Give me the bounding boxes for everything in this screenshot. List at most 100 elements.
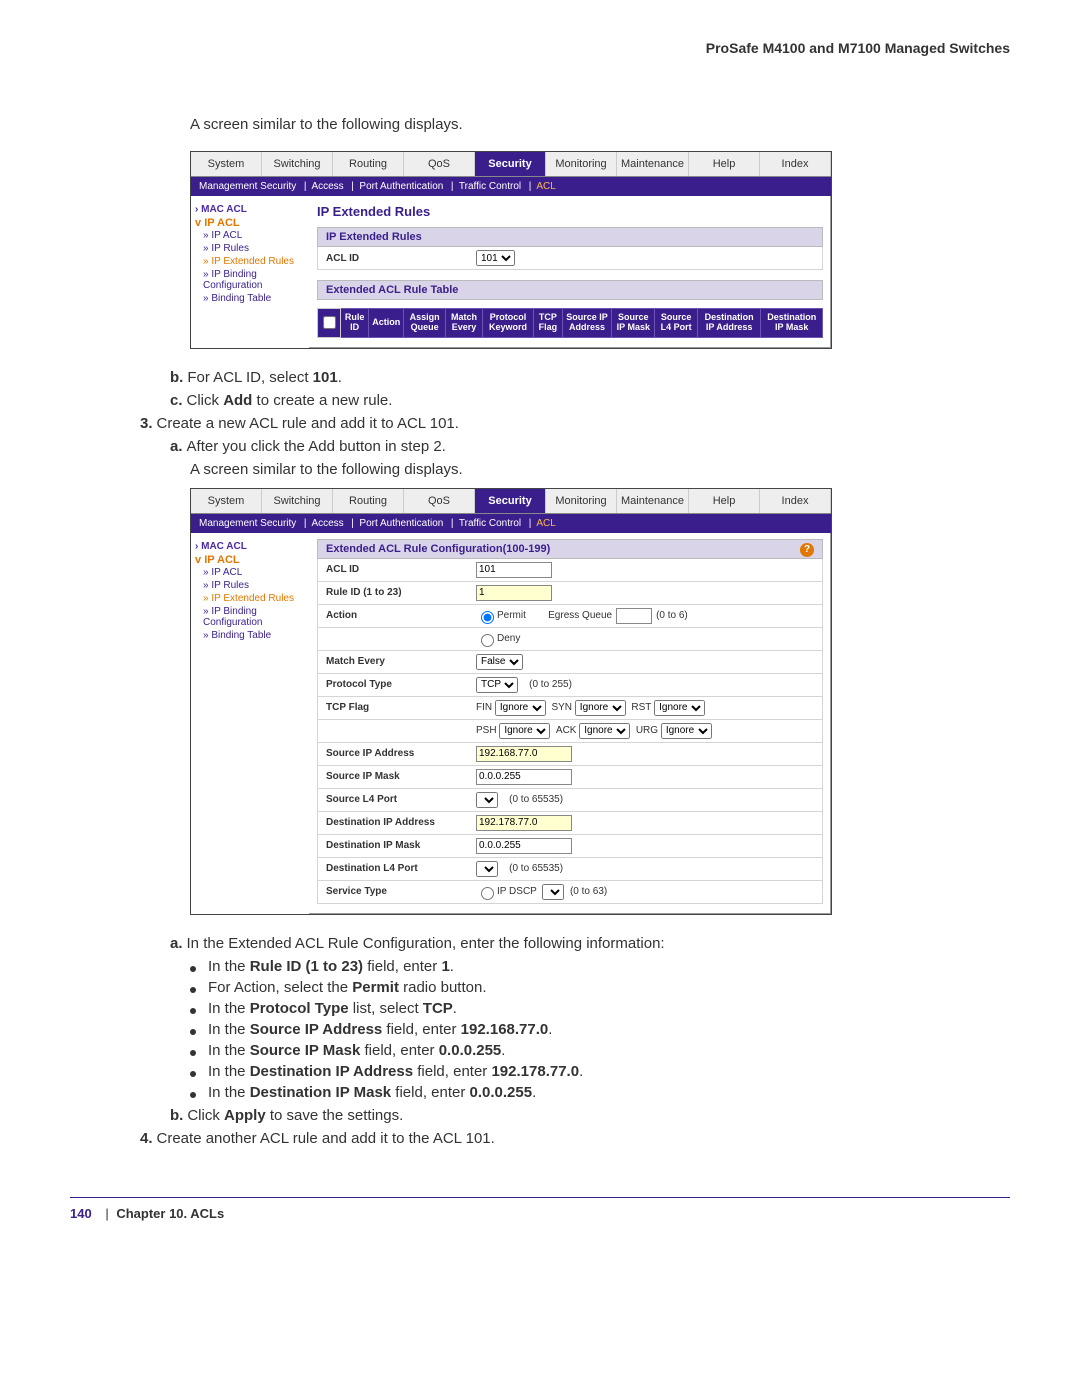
sidebar-ip-extended-rules[interactable]: » IP Extended Rules bbox=[195, 255, 305, 268]
flag-fin-select[interactable]: Ignore bbox=[495, 700, 546, 716]
tab-switching[interactable]: Switching bbox=[262, 489, 333, 513]
flag-urg-select[interactable]: Ignore bbox=[661, 723, 712, 739]
sidebar-ip-binding-config[interactable]: » IP Binding Configuration bbox=[195, 268, 305, 292]
sidebar-ip-binding-config[interactable]: » IP Binding Configuration bbox=[195, 605, 305, 629]
subnav-item[interactable]: Management Security bbox=[199, 518, 296, 529]
subnav-item[interactable]: Traffic Control bbox=[459, 518, 521, 529]
sidebar-ip-acl-header[interactable]: v IP ACL bbox=[195, 554, 305, 566]
step-c: c.Click Add to create a new rule. bbox=[170, 392, 1010, 409]
help-icon[interactable]: ? bbox=[800, 543, 814, 557]
tab-maintenance[interactable]: Maintenance bbox=[617, 152, 689, 176]
subnav-item[interactable]: Access bbox=[311, 518, 343, 529]
col-rule-id: Rule ID bbox=[341, 309, 369, 338]
screenshot-1: System Switching Routing QoS Security Mo… bbox=[190, 151, 832, 349]
tab-security[interactable]: Security bbox=[475, 489, 546, 513]
aclid-label: ACL ID bbox=[326, 564, 476, 575]
tab-help[interactable]: Help bbox=[689, 489, 760, 513]
sidebar-ip-acl[interactable]: » IP ACL bbox=[195, 229, 305, 242]
tab-security[interactable]: Security bbox=[475, 152, 546, 176]
sidebar-ip-acl[interactable]: » IP ACL bbox=[195, 566, 305, 579]
sidebar-mac-acl[interactable]: › MAC ACL bbox=[195, 539, 305, 554]
action-label: Action bbox=[326, 610, 476, 621]
egress-queue-label: Egress Queue bbox=[548, 610, 612, 621]
protocol-type-select[interactable]: TCP bbox=[476, 677, 518, 693]
subnav-item-acl[interactable]: ACL bbox=[536, 518, 555, 529]
step-apply-b: b.Click Apply to save the settings. bbox=[170, 1107, 1010, 1124]
subnav-item[interactable]: Management Security bbox=[199, 181, 296, 192]
extended-acl-rule-table: Rule ID Action Assign Queue Match Every … bbox=[317, 308, 823, 338]
dest-l4-label: Destination L4 Port bbox=[326, 863, 476, 874]
col-match-every: Match Every bbox=[445, 309, 482, 338]
intro-text-2: A screen similar to the following displa… bbox=[190, 461, 1010, 478]
doc-header-title: ProSafe M4100 and M7100 Managed Switches bbox=[70, 40, 1010, 56]
tab-maintenance[interactable]: Maintenance bbox=[617, 489, 689, 513]
tab-index[interactable]: Index bbox=[760, 489, 831, 513]
panel-header-iprules: IP Extended Rules bbox=[317, 227, 823, 247]
sidebar-binding-table[interactable]: » Binding Table bbox=[195, 292, 305, 305]
source-l4-select[interactable] bbox=[476, 792, 498, 808]
dest-mask-input[interactable] bbox=[476, 838, 572, 854]
bullet-rule-id: In the Rule ID (1 to 23) field, enter 1. bbox=[190, 958, 1010, 975]
source-mask-input[interactable] bbox=[476, 769, 572, 785]
sidebar-ip-extended-rules[interactable]: » IP Extended Rules bbox=[195, 592, 305, 605]
bullet-action: For Action, select the Permit radio butt… bbox=[190, 979, 1010, 996]
sidebar-binding-table[interactable]: » Binding Table bbox=[195, 629, 305, 642]
col-source-l4: Source L4 Port bbox=[655, 309, 698, 338]
tab-qos[interactable]: QoS bbox=[404, 489, 475, 513]
sidebar-ip-acl-header[interactable]: v IP ACL bbox=[195, 217, 305, 229]
col-assign-queue: Assign Queue bbox=[404, 309, 446, 338]
col-source-ip: Source IP Address bbox=[562, 309, 612, 338]
ruleid-label: Rule ID (1 to 23) bbox=[326, 587, 476, 598]
select-all-checkbox[interactable] bbox=[318, 309, 341, 338]
sidebar-ip-rules[interactable]: » IP Rules bbox=[195, 579, 305, 592]
bullet-source-ip: In the Source IP Address field, enter 19… bbox=[190, 1021, 1010, 1038]
tab-index[interactable]: Index bbox=[760, 152, 831, 176]
service-type-label: Service Type bbox=[326, 886, 476, 897]
flag-rst-select[interactable]: Ignore bbox=[654, 700, 705, 716]
tab-system[interactable]: System bbox=[191, 489, 262, 513]
panel-header-ruletable: Extended ACL Rule Table bbox=[317, 280, 823, 300]
aclid-select[interactable]: 101 bbox=[476, 250, 515, 266]
tab-routing[interactable]: Routing bbox=[333, 489, 404, 513]
screenshot-2: System Switching Routing QoS Security Mo… bbox=[190, 488, 832, 915]
bullet-protocol: In the Protocol Type list, select TCP. bbox=[190, 1000, 1010, 1017]
flag-psh-select[interactable]: Ignore bbox=[499, 723, 550, 739]
action-permit-radio[interactable] bbox=[481, 611, 494, 624]
tab-help[interactable]: Help bbox=[689, 152, 760, 176]
sidebar-mac-acl[interactable]: › MAC ACL bbox=[195, 202, 305, 217]
bullet-dest-ip: In the Destination IP Address field, ent… bbox=[190, 1063, 1010, 1080]
tab-system[interactable]: System bbox=[191, 152, 262, 176]
egress-range: (0 to 6) bbox=[656, 610, 688, 621]
bullet-dest-mask: In the Destination IP Mask field, enter … bbox=[190, 1084, 1010, 1101]
section-title: IP Extended Rules bbox=[317, 204, 823, 219]
egress-queue-input[interactable] bbox=[616, 608, 652, 624]
action-deny-radio[interactable] bbox=[481, 634, 494, 647]
tab-switching[interactable]: Switching bbox=[262, 152, 333, 176]
flag-ack-select[interactable]: Ignore bbox=[579, 723, 630, 739]
source-ip-input[interactable] bbox=[476, 746, 572, 762]
ruleid-input[interactable] bbox=[476, 585, 552, 601]
subnav-item[interactable]: Traffic Control bbox=[459, 181, 521, 192]
ip-dscp-select[interactable] bbox=[542, 884, 564, 900]
tab-monitoring[interactable]: Monitoring bbox=[546, 152, 617, 176]
ip-dscp-radio[interactable] bbox=[481, 887, 494, 900]
subnav-item[interactable]: Port Authentication bbox=[359, 181, 443, 192]
subnav-item[interactable]: Port Authentication bbox=[359, 518, 443, 529]
step-cfg-a: a.In the Extended ACL Rule Configuration… bbox=[170, 935, 1010, 952]
protocol-range: (0 to 255) bbox=[529, 679, 572, 690]
col-tcp-flag: TCP Flag bbox=[534, 309, 563, 338]
sidebar-ip-rules[interactable]: » IP Rules bbox=[195, 242, 305, 255]
subnav-item[interactable]: Access bbox=[311, 181, 343, 192]
dest-ip-input[interactable] bbox=[476, 815, 572, 831]
protocol-type-label: Protocol Type bbox=[326, 679, 476, 690]
tab-routing[interactable]: Routing bbox=[333, 152, 404, 176]
tab-monitoring[interactable]: Monitoring bbox=[546, 489, 617, 513]
flag-syn-select[interactable]: Ignore bbox=[575, 700, 626, 716]
subnav-item-acl[interactable]: ACL bbox=[536, 181, 555, 192]
dest-l4-select[interactable] bbox=[476, 861, 498, 877]
match-every-select[interactable]: False bbox=[476, 654, 523, 670]
chapter-label: Chapter 10. ACLs bbox=[116, 1206, 224, 1221]
tab-qos[interactable]: QoS bbox=[404, 152, 475, 176]
step-3: 3.Create a new ACL rule and add it to AC… bbox=[140, 415, 1010, 432]
panel-header-extended-config: Extended ACL Rule Configuration(100-199)… bbox=[317, 539, 823, 559]
